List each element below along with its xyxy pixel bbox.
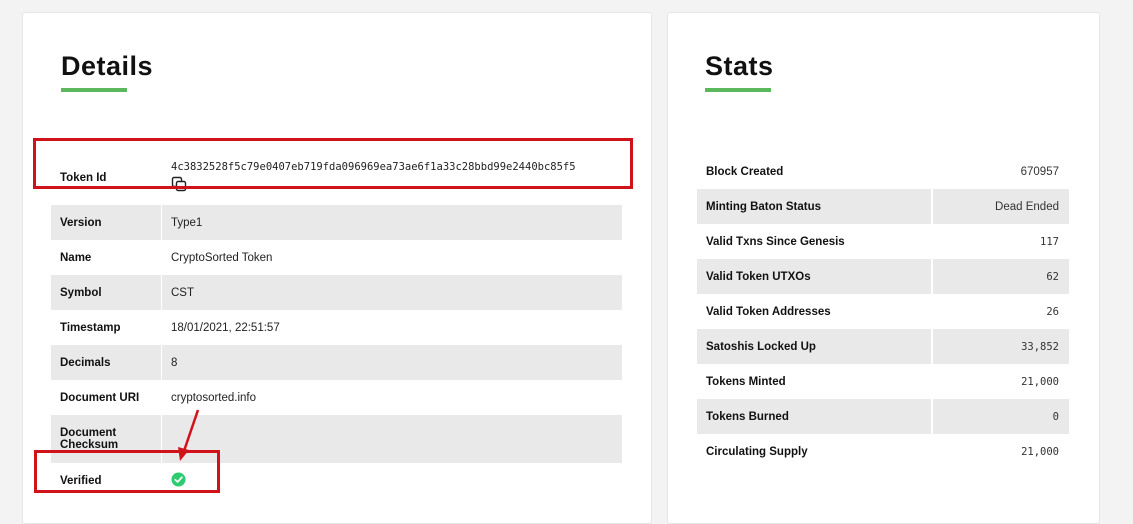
table-row: Tokens Minted 21,000 [697,364,1069,399]
row-key: Block Created [697,154,933,189]
table-row: Minting Baton Status Dead Ended [697,189,1069,224]
row-value: Type1 [161,205,622,240]
row-value: 21,000 [1021,375,1059,388]
details-title: Details [61,51,154,81]
row-key: Version [51,205,162,240]
row-key: Valid Token UTXOs [697,259,933,294]
table-row: Valid Token Addresses 26 [697,294,1069,329]
title-underline [705,88,771,92]
row-key: Document URI [51,380,162,415]
row-key: Minting Baton Status [697,189,933,224]
row-key: Valid Token Addresses [697,294,933,329]
row-key: Tokens Minted [697,364,933,399]
row-value: 26 [1046,305,1059,318]
token-id-value: 4c3832528f5c79e0407eb719fda096969ea73ae6… [171,160,576,173]
stats-table: Block Created 670957 Minting Baton Statu… [697,154,1069,469]
copy-icon[interactable] [171,176,187,195]
row-key: Decimals [51,345,162,380]
row-value: cryptosorted.info [171,391,257,404]
row-key: Valid Txns Since Genesis [697,224,933,259]
row-key: Document Checksum [51,415,162,463]
row-value: 21,000 [1021,445,1059,458]
row-key: Verified [51,463,162,498]
table-row: Version Type1 [51,205,622,240]
stats-title: Stats [705,51,774,81]
table-row: Circulating Supply 21,000 [697,434,1069,469]
row-key: Circulating Supply [697,434,933,469]
table-row: Valid Token UTXOs 62 [697,259,1069,294]
details-table: Token Id 4c3832528f5c79e0407eb719fda0969… [51,150,622,498]
table-row: Valid Txns Since Genesis 117 [697,224,1069,259]
row-value: Dead Ended [932,189,1069,224]
row-value: 62 [932,259,1069,294]
row-value: 117 [1040,235,1059,248]
row-value [161,415,622,463]
row-key: Symbol [51,275,162,310]
row-key: Name [51,240,162,275]
row-value: CST [161,275,622,310]
row-value: 18/01/2021, 22:51:57 [171,321,280,334]
table-row: Block Created 670957 [697,154,1069,189]
table-row: Token Id 4c3832528f5c79e0407eb719fda0969… [51,150,622,205]
table-row: Symbol CST [51,275,622,310]
title-underline [61,88,127,92]
table-row: Satoshis Locked Up 33,852 [697,329,1069,364]
table-row: Tokens Burned 0 [697,399,1069,434]
row-value: 670957 [1020,165,1059,178]
table-row: Name CryptoSorted Token [51,240,622,275]
row-value: 4c3832528f5c79e0407eb719fda096969ea73ae6… [162,150,623,205]
row-key: Tokens Burned [697,399,933,434]
row-key: Timestamp [51,310,162,345]
row-key: Token Id [51,150,162,205]
row-value: CryptoSorted Token [171,251,273,264]
row-value: 33,852 [932,329,1069,364]
row-value: 8 [161,345,622,380]
check-circle-icon [171,471,186,490]
details-card: Details Token Id 4c3832528f5c79e0407eb71… [22,12,652,524]
table-row: Document URI cryptosorted.info [51,380,622,415]
row-value [162,463,623,498]
table-row: Verified [51,463,622,498]
table-row: Document Checksum [51,415,622,463]
row-value: 0 [932,399,1069,434]
stats-card: Stats Block Created 670957 Minting Baton… [667,12,1100,524]
table-row: Decimals 8 [51,345,622,380]
row-key: Satoshis Locked Up [697,329,933,364]
table-row: Timestamp 18/01/2021, 22:51:57 [51,310,622,345]
